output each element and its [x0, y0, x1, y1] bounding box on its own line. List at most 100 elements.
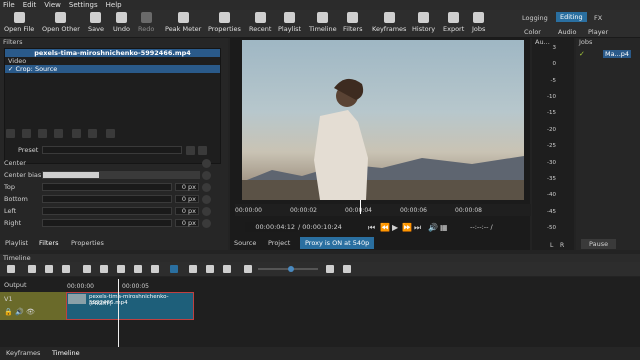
layout-player[interactable]: Player: [588, 28, 608, 36]
remove-icon[interactable]: [100, 265, 108, 273]
rewind-icon[interactable]: ⏪: [380, 223, 390, 232]
peak-meter-button[interactable]: Peak Meter: [165, 12, 201, 33]
meter-scale: 3 0 -5 -10 -15 -20 -25 -30 -35 -40 -45 -50: [544, 45, 556, 231]
skip-next-icon[interactable]: ⏭: [414, 223, 421, 233]
filters-button[interactable]: Filters: [343, 12, 362, 33]
top-value[interactable]: 0 px: [175, 183, 199, 191]
track-header-v1[interactable]: V1 🔒 🔊 👁: [0, 292, 66, 320]
mute-icon[interactable]: 🔊: [15, 308, 24, 316]
tab-timeline[interactable]: Timeline: [52, 349, 80, 357]
right-value[interactable]: 0 px: [175, 219, 199, 227]
reset-icon[interactable]: [202, 219, 211, 228]
position-field[interactable]: 00:00:04:12: [245, 222, 297, 232]
menu-icon[interactable]: [7, 265, 15, 273]
timeline-playhead[interactable]: [118, 279, 119, 347]
bottom-value[interactable]: 0 px: [175, 195, 199, 203]
reset-icon[interactable]: [202, 159, 211, 168]
fast-forward-icon[interactable]: ⏩: [402, 223, 412, 232]
properties-button[interactable]: Properties: [208, 12, 241, 33]
layout-fx[interactable]: FX: [594, 14, 602, 22]
tab-properties[interactable]: Properties: [71, 239, 104, 247]
open-other-button[interactable]: Open Other: [42, 12, 80, 33]
add-filter-button[interactable]: [6, 129, 15, 138]
volume-icon[interactable]: 🔊: [428, 223, 438, 232]
paste-icon[interactable]: [62, 265, 70, 273]
copy-icon[interactable]: [45, 265, 53, 273]
deselect-filter-button[interactable]: [106, 129, 115, 138]
tab-source[interactable]: Source: [234, 239, 256, 247]
cut-icon[interactable]: [28, 265, 36, 273]
layout-audio[interactable]: Audio: [558, 28, 576, 36]
tab-playlist[interactable]: Playlist: [5, 239, 28, 247]
pause-button[interactable]: Pause: [581, 239, 617, 249]
play-icon[interactable]: ▶: [392, 223, 398, 232]
paste-filter-button[interactable]: [54, 129, 63, 138]
delete-preset-button[interactable]: [198, 146, 207, 155]
save-preset-button[interactable]: [186, 146, 195, 155]
tab-keyframes[interactable]: Keyframes: [6, 349, 40, 357]
keyframes-button[interactable]: Keyframes: [372, 12, 406, 33]
lift-icon[interactable]: [117, 265, 125, 273]
open-file-button[interactable]: Open File: [4, 12, 34, 33]
grid-icon[interactable]: ▦: [440, 223, 448, 232]
param-top: Top 0 px: [0, 182, 211, 192]
layout-color[interactable]: Color: [524, 28, 541, 36]
snap-icon[interactable]: [170, 265, 178, 273]
menu-file[interactable]: File: [3, 1, 15, 9]
selected-clip[interactable]: pexels-tima-miroshnichenko-5992466.mp4: [5, 49, 220, 57]
tab-filters[interactable]: Filters: [39, 239, 58, 247]
reset-icon[interactable]: [202, 207, 211, 216]
menu-view[interactable]: View: [44, 1, 61, 9]
filter-item-crop[interactable]: ✓ Crop: Source: [5, 65, 220, 73]
reset-icon[interactable]: [202, 171, 211, 180]
layout-editing[interactable]: Editing: [556, 12, 587, 22]
preset-select[interactable]: [42, 146, 182, 154]
left-value[interactable]: 0 px: [175, 207, 199, 215]
recent-button[interactable]: Recent: [249, 12, 271, 33]
undo-button[interactable]: Undo: [113, 12, 130, 33]
playlist-button[interactable]: Playlist: [278, 12, 301, 33]
move-down-button[interactable]: [88, 129, 97, 138]
ripple-all-icon[interactable]: [223, 265, 231, 273]
export-button[interactable]: Export: [443, 12, 464, 33]
tab-project[interactable]: Project: [268, 239, 290, 247]
zoom-in-icon[interactable]: [326, 265, 334, 273]
ripple-icon[interactable]: [206, 265, 214, 273]
overwrite-icon[interactable]: [134, 265, 142, 273]
scrub-icon[interactable]: [189, 265, 197, 273]
skip-prev-icon[interactable]: ⏮: [368, 223, 375, 233]
zoom-out-icon[interactable]: [244, 265, 252, 273]
menu-settings[interactable]: Settings: [69, 1, 98, 9]
job-item[interactable]: Ma...p4: [603, 50, 632, 58]
left-slider[interactable]: [42, 207, 172, 215]
redo-button[interactable]: Redo: [138, 12, 154, 33]
menu-edit[interactable]: Edit: [23, 1, 37, 9]
timeline-clip[interactable]: pexels-tima-miroshnichenko-5992466.mp4 (…: [66, 292, 194, 320]
history-button[interactable]: History: [412, 12, 435, 33]
proxy-status-badge[interactable]: Proxy is ON at 540p: [300, 237, 375, 249]
reset-icon[interactable]: [202, 195, 211, 204]
save-button[interactable]: Save: [88, 12, 104, 33]
top-slider[interactable]: [42, 183, 172, 191]
player-ruler[interactable]: 00:00:00 00:00:02 00:00:04 00:00:06 00:0…: [235, 200, 531, 216]
split-icon[interactable]: [151, 265, 159, 273]
zoom-slider-handle[interactable]: [288, 266, 294, 272]
append-icon[interactable]: [83, 265, 91, 273]
checkbox-icon[interactable]: ✓: [8, 65, 16, 73]
jobs-button[interactable]: Jobs: [472, 12, 485, 33]
eye-icon[interactable]: 👁: [26, 308, 35, 316]
zoom-fit-icon[interactable]: [343, 265, 351, 273]
keyframes-icon: [383, 12, 395, 23]
remove-filter-button[interactable]: [22, 129, 31, 138]
reset-icon[interactable]: [202, 183, 211, 192]
player-playhead[interactable]: [360, 200, 361, 214]
copy-filter-button[interactable]: [38, 129, 47, 138]
move-up-button[interactable]: [72, 129, 81, 138]
timeline-button[interactable]: Timeline: [309, 12, 337, 33]
right-slider[interactable]: [42, 219, 172, 227]
menu-help[interactable]: Help: [106, 1, 122, 9]
lock-icon[interactable]: 🔒: [4, 308, 13, 316]
layout-logging[interactable]: Logging: [522, 14, 548, 22]
bottom-slider[interactable]: [42, 195, 172, 203]
center-bias-slider[interactable]: [42, 171, 200, 179]
